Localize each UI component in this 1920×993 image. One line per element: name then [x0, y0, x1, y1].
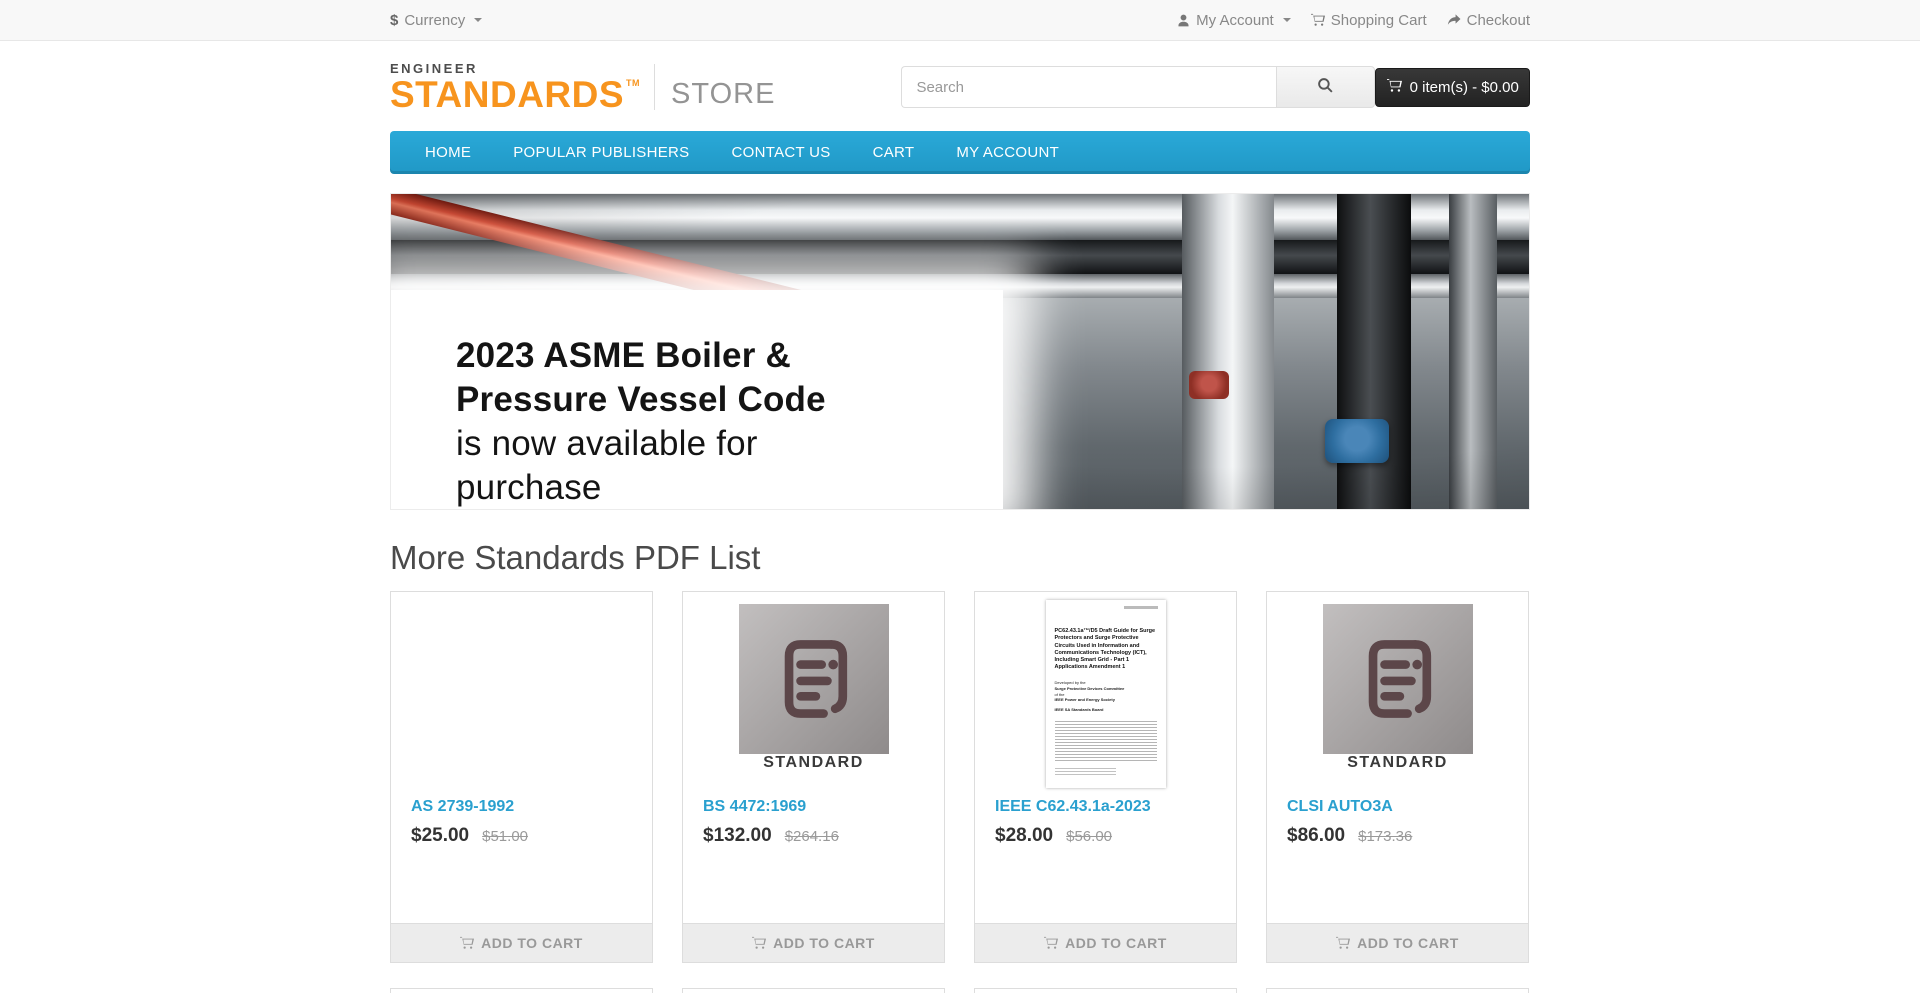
add-to-cart-button[interactable]: ADD TO CART [975, 923, 1236, 962]
cart-icon [460, 936, 474, 950]
product-image-link[interactable]: PC62.43.1a™/D5 Draft Guide for Surge Pro… [975, 592, 1236, 790]
product-price: $132.00 [703, 825, 772, 847]
blank-product-image [447, 604, 597, 754]
logo-standards-text: STANDARDSTM [390, 77, 640, 112]
cart-icon [1044, 936, 1058, 950]
product-image-link[interactable] [391, 989, 652, 993]
top-bar: $ Currency My Account Shopping Cart [0, 0, 1920, 41]
checkout-label: Checkout [1467, 12, 1530, 29]
product-old-price: $173.36 [1358, 828, 1412, 845]
product-image-link[interactable] [683, 989, 944, 993]
product-title-link[interactable]: IEEE C62.43.1a-2023 [995, 798, 1151, 816]
user-icon [1177, 14, 1190, 27]
product-grid-row-2 [390, 988, 1530, 993]
cover-footer-lines [1055, 768, 1116, 776]
cart-total-button[interactable]: 0 item(s) - $0.00 [1375, 68, 1530, 107]
product-card: STANDARD CLSI AUTO3A $86.00 $173.36 ADD … [1266, 591, 1529, 963]
standard-caption: STANDARD [1347, 754, 1448, 771]
document-icon [766, 631, 862, 727]
shopping-cart-link[interactable]: Shopping Cart [1311, 12, 1427, 29]
product-card [974, 988, 1237, 993]
cart-total-label: 0 item(s) - $0.00 [1410, 79, 1519, 96]
product-old-price: $56.00 [1066, 828, 1112, 845]
product-prices: $86.00 $173.36 [1287, 825, 1508, 847]
standard-placeholder-image: STANDARD [1323, 604, 1473, 772]
share-arrow-icon [1447, 13, 1461, 27]
add-to-cart-button[interactable]: ADD TO CART [1267, 923, 1528, 962]
search-bar [901, 66, 1375, 108]
currency-label: Currency [404, 12, 465, 29]
nav-item-home[interactable]: HOME [404, 131, 492, 174]
currency-dropdown[interactable]: $ Currency [390, 12, 482, 29]
product-title-link[interactable]: CLSI AUTO3A [1287, 798, 1393, 816]
product-prices: $28.00 $56.00 [995, 825, 1216, 847]
dollar-icon: $ [390, 12, 398, 29]
product-image-link[interactable]: STANDARD [1267, 592, 1528, 790]
product-card [682, 988, 945, 993]
hero-banner-slide[interactable]: 2023 ASME Boiler & Pressure Vessel Code … [390, 193, 1530, 510]
cart-icon [1387, 78, 1402, 97]
cover-paragraph-lines [1055, 721, 1157, 763]
nav-item-my-account[interactable]: MY ACCOUNT [935, 131, 1080, 174]
shopping-cart-label: Shopping Cart [1331, 12, 1427, 29]
product-old-price: $264.16 [785, 828, 839, 845]
product-image-link[interactable]: STANDARD [683, 592, 944, 790]
ieee-document-cover-image: PC62.43.1a™/D5 Draft Guide for Surge Pro… [1046, 600, 1166, 788]
product-card: AS 2739-1992 $25.00 $51.00 ADD TO CART [390, 591, 653, 963]
product-prices: $132.00 $264.16 [703, 825, 924, 847]
cover-meta: Developed by the Surge Protective Device… [1055, 680, 1157, 712]
section-title: More Standards PDF List [390, 539, 1530, 577]
site-logo[interactable]: ENGINEER STANDARDSTM STORE [390, 62, 775, 112]
product-card: PC62.43.1a™/D5 Draft Guide for Surge Pro… [974, 591, 1237, 963]
trademark-symbol: TM [626, 78, 640, 88]
nav-item-contact-us[interactable]: CONTACT US [711, 131, 852, 174]
cart-icon [752, 936, 766, 950]
cover-title: PC62.43.1a™/D5 Draft Guide for Surge Pro… [1055, 628, 1157, 671]
chevron-down-icon [1283, 18, 1291, 22]
search-icon [1317, 77, 1334, 97]
product-prices: $25.00 $51.00 [411, 825, 632, 847]
standard-caption: STANDARD [763, 754, 864, 771]
product-image-link[interactable] [975, 989, 1236, 993]
logo-store-text: STORE [671, 78, 775, 111]
product-title-link[interactable]: BS 4472:1969 [703, 798, 806, 816]
logo-divider [654, 64, 655, 110]
product-card: STANDARD BS 4472:1969 $132.00 $264.16 AD… [682, 591, 945, 963]
header: ENGINEER STANDARDSTM STORE 0 item(s) - $… [0, 41, 1920, 130]
product-old-price: $51.00 [482, 828, 528, 845]
standard-placeholder-image: STANDARD [739, 604, 889, 772]
product-card [1266, 988, 1529, 993]
checkout-link[interactable]: Checkout [1447, 12, 1530, 29]
banner-heading: 2023 ASME Boiler & Pressure Vessel Code … [456, 334, 851, 510]
add-to-cart-button[interactable]: ADD TO CART [391, 923, 652, 962]
my-account-label: My Account [1196, 12, 1274, 29]
cart-icon [1336, 936, 1350, 950]
document-icon [1350, 631, 1446, 727]
product-image-link[interactable] [391, 592, 652, 790]
add-to-cart-button[interactable]: ADD TO CART [683, 923, 944, 962]
product-price: $28.00 [995, 825, 1053, 847]
search-input[interactable] [901, 66, 1276, 108]
chevron-down-icon [474, 18, 482, 22]
main-navigation: HOME POPULAR PUBLISHERS CONTACT US CART … [390, 131, 1530, 174]
product-grid: AS 2739-1992 $25.00 $51.00 ADD TO CART [390, 591, 1530, 963]
product-price: $25.00 [411, 825, 469, 847]
search-button[interactable] [1276, 66, 1375, 108]
my-account-menu[interactable]: My Account [1177, 12, 1291, 29]
product-price: $86.00 [1287, 825, 1345, 847]
product-image-link[interactable] [1267, 989, 1528, 993]
cart-icon [1311, 13, 1325, 27]
nav-item-cart[interactable]: CART [852, 131, 936, 174]
product-card [390, 988, 653, 993]
nav-item-popular-publishers[interactable]: POPULAR PUBLISHERS [492, 131, 710, 174]
product-title-link[interactable]: AS 2739-1992 [411, 798, 514, 816]
